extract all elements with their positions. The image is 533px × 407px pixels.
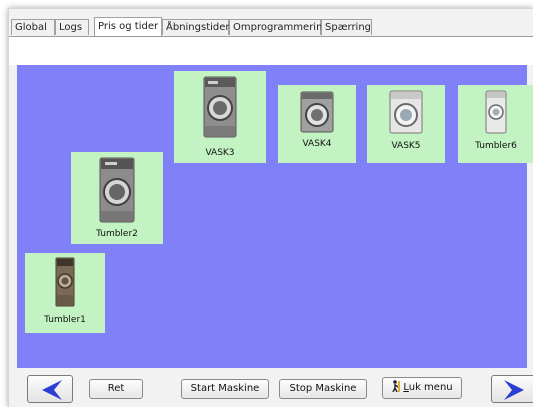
- machine-label: VASK3: [205, 148, 235, 158]
- machine-label: VASK4: [302, 139, 332, 149]
- close-menu-button[interactable]: Luk menu: [382, 377, 462, 399]
- tab-pris-og-tider[interactable]: Pris og tider: [94, 17, 162, 36]
- tab-global[interactable]: Global: [11, 19, 55, 35]
- machine-tile-tumbler1[interactable]: Tumbler1: [25, 253, 105, 333]
- tab-spaerring[interactable]: Spærring: [321, 19, 372, 35]
- machine-label: VASK5: [391, 141, 421, 151]
- tab-bar: Global Logs Pris og tider Åbningstider O…: [9, 17, 533, 37]
- machine-label: Tumbler1: [44, 315, 86, 325]
- app-window: Global Logs Pris og tider Åbningstider O…: [8, 8, 533, 407]
- tab-logs[interactable]: Logs: [55, 19, 89, 35]
- tab-aabningstider[interactable]: Åbningstider: [162, 19, 230, 35]
- washing-machine-icon: [203, 76, 237, 138]
- dryer-icon: [55, 257, 75, 307]
- person-exit-icon: [392, 380, 401, 393]
- washing-machine-icon: [389, 90, 423, 134]
- dryer-icon: [485, 90, 507, 134]
- tab-content-header: [9, 37, 533, 65]
- machine-tile-tumbler6[interactable]: Tumbler6: [458, 85, 533, 163]
- machine-label: Tumbler2: [96, 229, 138, 239]
- right-arrow-icon: [504, 380, 524, 400]
- washing-machine-icon: [300, 91, 334, 133]
- close-menu-label: uk menu: [408, 382, 453, 393]
- machine-tile-vask4[interactable]: VASK4: [278, 85, 356, 163]
- machine-tile-vask5[interactable]: VASK5: [367, 85, 445, 163]
- stop-machine-button[interactable]: Stop Maskine: [279, 379, 367, 399]
- back-button[interactable]: [27, 375, 73, 403]
- tab-omprogrammering[interactable]: Omprogrammering: [229, 19, 329, 35]
- start-machine-button[interactable]: Start Maskine: [181, 379, 269, 399]
- machine-label: Tumbler6: [475, 141, 517, 151]
- machine-tile-vask3[interactable]: VASK3: [174, 71, 266, 163]
- machine-canvas: VASK3 VASK4 VASK5 Tumbler6 Tumbler2 Tumb…: [17, 65, 533, 368]
- forward-button[interactable]: [491, 375, 533, 403]
- bottom-toolbar: Ret Start Maskine Stop Maskine Luk menu: [9, 371, 533, 407]
- left-arrow-icon: [42, 380, 62, 400]
- ret-button[interactable]: Ret: [89, 379, 143, 399]
- machine-tile-tumbler2[interactable]: Tumbler2: [71, 152, 163, 244]
- dryer-icon: [99, 157, 135, 223]
